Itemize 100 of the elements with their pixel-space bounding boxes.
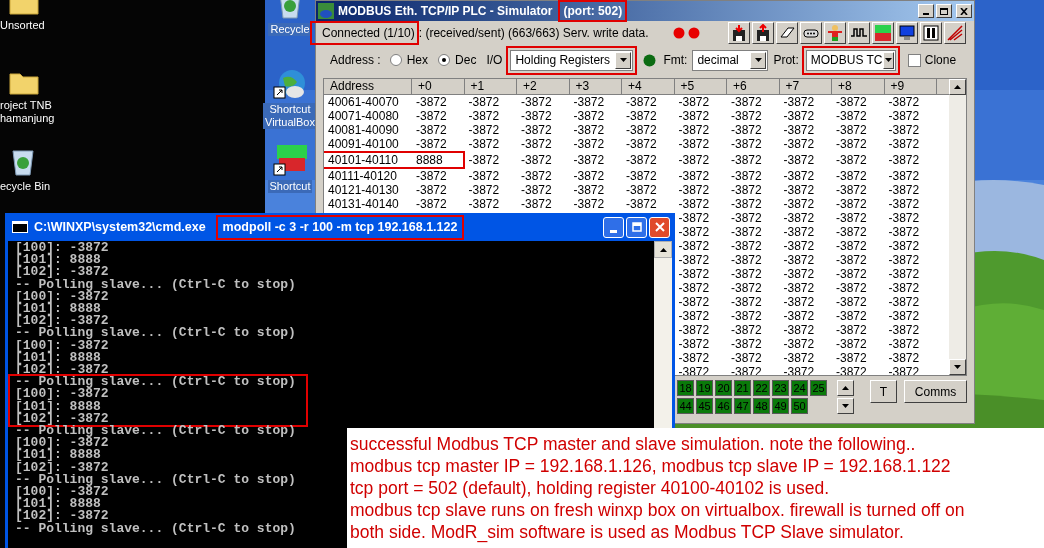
icon-label[interactable]: Recycle	[270, 23, 310, 36]
monitor-icon	[898, 24, 916, 42]
app-icon[interactable]	[273, 145, 307, 177]
column-header[interactable]: +8	[832, 79, 885, 95]
toolbar-button[interactable]	[872, 22, 894, 44]
table-cell-text: -3872	[835, 253, 868, 267]
table-cell-text: -3872	[415, 109, 448, 123]
console-icon	[12, 221, 28, 233]
console-line: [102]: -3872	[15, 315, 109, 328]
prot-label: Prot:	[773, 52, 799, 69]
table-cell-text: -3872	[677, 295, 711, 309]
io-indicator: 21	[734, 380, 751, 396]
table-cell-text: -3872	[520, 183, 553, 197]
column-header[interactable]: Address	[324, 79, 412, 95]
column-header[interactable]: +1	[464, 79, 517, 95]
icon-label[interactable]: hamanjung	[0, 112, 55, 125]
table-cell-text: -3872	[887, 337, 921, 351]
radio-button[interactable]	[438, 54, 451, 66]
table-cell-text: -3872	[415, 123, 448, 137]
toolbar-button[interactable]	[752, 22, 774, 44]
io-indicator: 20	[715, 380, 732, 396]
io-dropdown[interactable]: Holding Registers	[510, 49, 634, 71]
radio-button[interactable]	[389, 54, 402, 66]
floppy-icon	[730, 24, 748, 42]
toolbar-button[interactable]	[920, 22, 942, 44]
table-cell-text: -3872	[677, 152, 711, 169]
led-icon	[688, 27, 700, 39]
format-dropdown[interactable]: decimal	[692, 49, 769, 71]
table-cell-text: -3872	[520, 137, 553, 151]
icon-label[interactable]: roject TNB	[0, 99, 52, 112]
table-cell-text: -3872	[887, 169, 921, 183]
column-header[interactable]: +4	[622, 79, 675, 95]
column-header[interactable]: +0	[412, 79, 465, 95]
console-line: [100]: -3872	[15, 437, 109, 450]
icon-label[interactable]: Shortcut	[269, 180, 311, 193]
checkbox[interactable]	[907, 53, 921, 67]
io-indicator: 22	[753, 380, 770, 396]
icon-label[interactable]: VirtualBox	[265, 116, 315, 129]
column-header[interactable]: +2	[517, 79, 570, 95]
column-header[interactable]: +3	[569, 79, 622, 95]
close-button[interactable]	[649, 216, 670, 238]
toolbar-button[interactable]	[824, 22, 846, 44]
table-cell-text: -3872	[677, 351, 711, 365]
t-button[interactable]: T	[870, 380, 897, 403]
column-header[interactable]: +9	[884, 79, 937, 95]
console-line: [101]: 8888	[15, 498, 101, 511]
spin-up-button[interactable]	[837, 380, 854, 396]
table-cell-text: -3872	[887, 239, 921, 253]
table-cell-text: -3872	[782, 351, 816, 365]
table-cell-text: -3872	[520, 169, 553, 183]
icon-label[interactable]: Unsorted	[0, 19, 45, 32]
table-cell-text: 40061-40070	[327, 95, 400, 109]
close-button[interactable]	[956, 4, 972, 18]
scrollbar[interactable]	[949, 79, 966, 375]
spin-down-button[interactable]	[837, 398, 854, 414]
radio-label: Hex	[406, 52, 429, 69]
table-cell-text: -3872	[677, 95, 711, 109]
console-line: [100]: -3872	[15, 290, 109, 303]
console-line: -- Polling slave... (Ctrl-C to stop)	[15, 278, 296, 291]
console-line: [100]: -3872	[15, 388, 109, 401]
toolbar-button[interactable]	[848, 22, 870, 44]
protocol-dropdown[interactable]: MODBUS TC	[805, 49, 896, 71]
column-header[interactable]: +5	[674, 79, 727, 95]
maximize-button[interactable]	[936, 4, 952, 18]
icon-label[interactable]: Shortcut	[269, 103, 311, 116]
minimize-button[interactable]	[918, 4, 934, 18]
table-cell-text: -3872	[415, 169, 448, 183]
table-cell-text: -3872	[730, 295, 763, 309]
io-indicator: 49	[772, 398, 789, 414]
toolbar-button[interactable]	[776, 22, 798, 44]
table-cell-text: -3872	[835, 197, 868, 211]
comms-button[interactable]: Comms	[904, 380, 967, 403]
console-line: [100]: -3872	[15, 242, 109, 255]
column-header[interactable]: +7	[779, 79, 832, 95]
globe-icon[interactable]	[273, 68, 307, 100]
column-header[interactable]: +6	[727, 79, 780, 95]
toolbar-button[interactable]	[896, 22, 918, 44]
table-cell-text: -3872	[572, 95, 606, 109]
note-text: both side. ModR_sim software is used as Modbus TCP Slave simulator.	[350, 521, 904, 543]
icon-label[interactable]: ecycle Bin	[0, 180, 51, 193]
minimize-button[interactable]	[603, 216, 624, 238]
console-line: -- Polling slave... (Ctrl-C to stop)	[15, 425, 296, 438]
maximize-button[interactable]	[626, 216, 647, 238]
table-cell-text: -3872	[887, 295, 921, 309]
table-cell-text: -3872	[887, 137, 921, 151]
table-cell-text: -3872	[467, 95, 501, 109]
table-cell-text: -3872	[467, 137, 501, 151]
toolbar-button[interactable]	[728, 22, 750, 44]
table-cell-text: -3872	[677, 197, 711, 211]
up-arrow-icon	[659, 247, 667, 252]
table-cell-text: -3872	[835, 281, 868, 295]
toolbar-button[interactable]	[944, 22, 966, 44]
table-cell-text: -3872	[625, 197, 658, 211]
table-cell-text: 40121-40130	[327, 183, 400, 197]
toolbar-button[interactable]	[800, 22, 822, 44]
table-cell-text: -3872	[730, 211, 763, 225]
table-cell-text: -3872	[782, 152, 816, 169]
close-icon	[960, 7, 968, 15]
table-cell-text: -3872	[730, 109, 763, 123]
scrollbar[interactable]	[654, 241, 672, 428]
